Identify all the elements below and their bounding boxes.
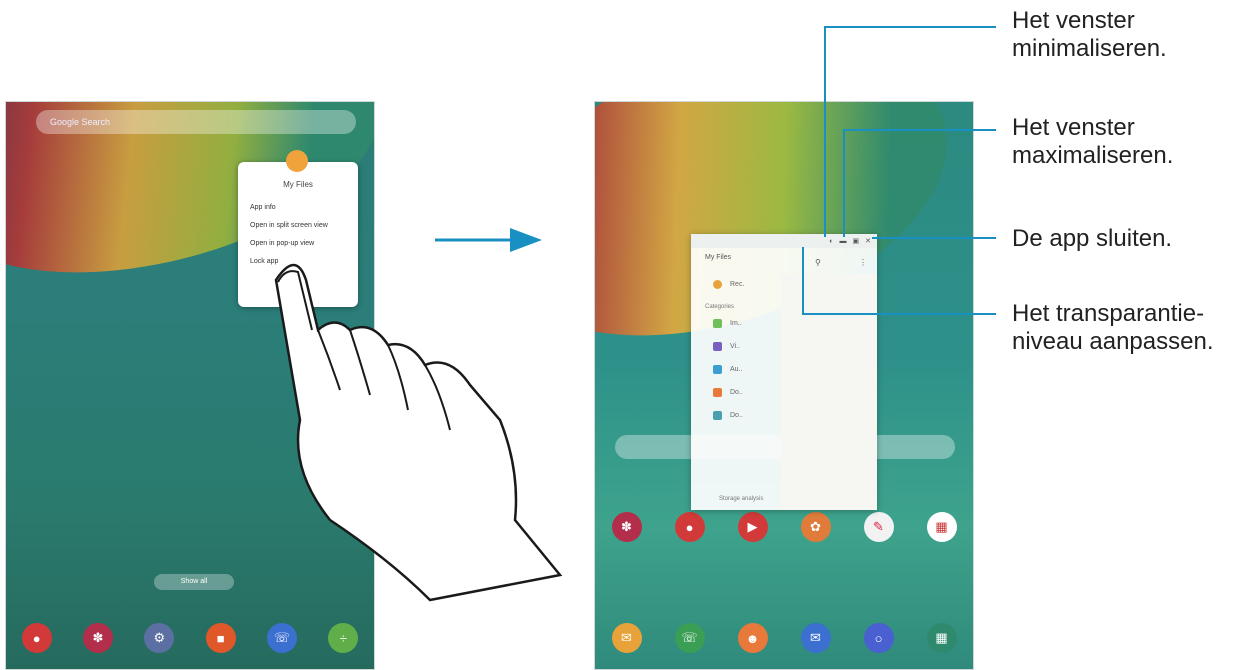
document-icon [713, 388, 722, 397]
phone-icon[interactable]: ☏ [266, 623, 297, 653]
popup-title-bar: ◐ ▬ ▣ ✕ [691, 234, 877, 248]
minimize-icon[interactable]: ▬ [840, 238, 847, 245]
popup-search-icon[interactable]: ⚲ [815, 258, 821, 267]
gallery-icon[interactable]: ✿ [800, 512, 831, 542]
audio-icon [713, 365, 722, 374]
callout-transparency: Het transparantie- niveau aanpassen. [1012, 300, 1214, 355]
popup-app-title: My Files [705, 254, 732, 261]
popup-footer[interactable]: Storage analysis [719, 496, 763, 502]
notes-icon[interactable]: ■ [205, 623, 236, 653]
callout-line-transparency-h [802, 313, 996, 315]
phone-icon[interactable]: ☏ [674, 623, 705, 653]
callout-maximize: Het venster maximaliseren. [1012, 114, 1174, 169]
download-icon [713, 411, 722, 420]
callout-line-minimize-h [824, 26, 996, 28]
search-bar[interactable]: Google Search [36, 110, 356, 134]
camera-icon[interactable]: ● [21, 623, 52, 653]
recent-icon [713, 280, 722, 289]
menu-item-app-info[interactable]: App info [238, 199, 358, 217]
left-dock: ● ✽ ⚙ ■ ☏ ÷ [6, 618, 374, 658]
camera-icon[interactable]: ● [674, 512, 705, 542]
galaxy-apps-icon[interactable]: ✽ [82, 623, 113, 653]
menu-item-popup-view[interactable]: Open in pop-up view [238, 235, 358, 253]
video-icon[interactable]: ▶ [737, 512, 768, 542]
right-tablet-screen: ✽ ● ▶ ✿ ✎ ▦ ✉ ☏ ☻ ✉ ○ ▦ ◐ ▬ ▣ ✕ My Files… [594, 101, 974, 670]
email-icon[interactable]: ✉ [611, 623, 642, 653]
menu-item-lock-app[interactable]: Lock app [238, 253, 358, 271]
show-all-button[interactable]: Show all [154, 574, 234, 590]
transition-arrow [435, 228, 542, 252]
apps-grid-icon[interactable]: ▦ [926, 512, 957, 542]
close-icon[interactable]: ✕ [865, 237, 871, 245]
callout-line-maximize-h [843, 129, 996, 131]
calculator-icon[interactable]: ÷ [328, 623, 359, 653]
callout-minimize: Het venster minimaliseren. [1012, 7, 1167, 62]
context-menu: My Files App info Open in split screen v… [238, 150, 358, 307]
popup-more-icon[interactable]: ⋮ [859, 258, 867, 267]
galaxy-apps-icon[interactable]: ✽ [611, 512, 642, 542]
my-files-app-icon [286, 150, 308, 172]
messages-icon[interactable]: ✉ [800, 623, 831, 653]
settings-icon[interactable]: ⚙ [144, 623, 175, 653]
left-tablet-screen: Google Search My Files App info Open in … [5, 101, 375, 670]
internet-icon[interactable]: ○ [863, 623, 894, 653]
menu-item-split-screen[interactable]: Open in split screen view [238, 217, 358, 235]
edit-icon[interactable]: ✎ [863, 512, 894, 542]
popup-content-pane [781, 274, 877, 510]
video-icon [713, 342, 722, 351]
contacts-icon[interactable]: ☻ [737, 623, 768, 653]
right-dock: ✉ ☏ ☻ ✉ ○ ▦ [595, 618, 973, 658]
home-app-row: ✽ ● ▶ ✿ ✎ ▦ [595, 507, 973, 547]
callout-line-transparency-v [802, 247, 804, 315]
callout-line-close-h [872, 237, 996, 239]
transparency-icon[interactable]: ◐ [829, 238, 833, 245]
image-icon [713, 319, 722, 328]
maximize-icon[interactable]: ▣ [853, 237, 860, 245]
calendar-icon[interactable]: ▦ [926, 623, 957, 653]
callout-line-minimize-v [824, 26, 826, 237]
popup-window: ◐ ▬ ▣ ✕ My Files ⚲ ⋮ Rec. Categories Im.… [691, 234, 877, 510]
callout-line-maximize-v [843, 129, 845, 237]
callout-close: De app sluiten. [1012, 225, 1173, 252]
